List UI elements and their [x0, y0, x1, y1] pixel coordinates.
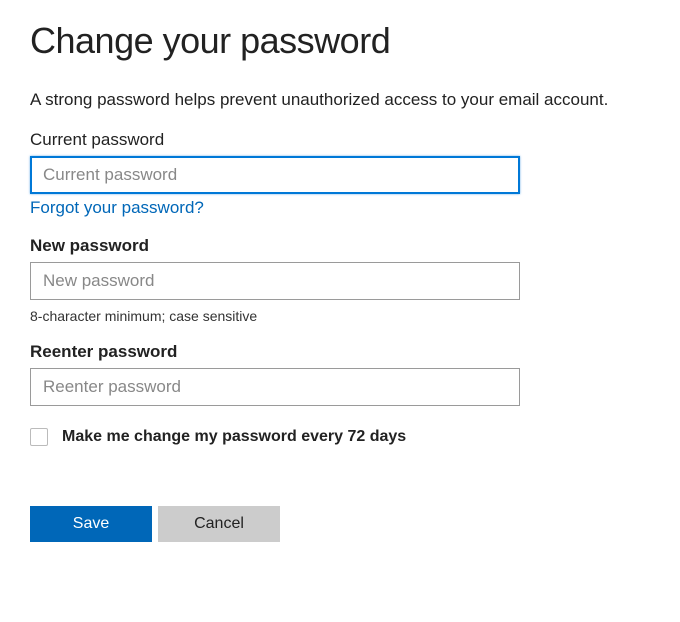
reenter-password-label: Reenter password — [30, 342, 650, 362]
password-hint: 8-character minimum; case sensitive — [30, 308, 650, 324]
expire-checkbox-label: Make me change my password every 72 days — [62, 428, 406, 446]
page-title: Change your password — [30, 20, 650, 62]
new-password-input[interactable] — [30, 262, 520, 300]
expire-checkbox-row: Make me change my password every 72 days — [30, 428, 650, 446]
new-password-label: New password — [30, 236, 650, 256]
current-password-label: Current password — [30, 130, 650, 150]
new-password-group: New password 8-character minimum; case s… — [30, 236, 650, 324]
cancel-button[interactable]: Cancel — [158, 506, 280, 542]
buttons-row: Save Cancel — [30, 506, 650, 542]
expire-checkbox[interactable] — [30, 428, 48, 446]
current-password-group: Current password Forgot your password? — [30, 130, 650, 218]
forgot-password-link[interactable]: Forgot your password? — [30, 198, 204, 218]
current-password-input[interactable] — [30, 156, 520, 194]
save-button[interactable]: Save — [30, 506, 152, 542]
reenter-password-input[interactable] — [30, 368, 520, 406]
page-description: A strong password helps prevent unauthor… — [30, 90, 650, 110]
reenter-password-group: Reenter password — [30, 342, 650, 406]
